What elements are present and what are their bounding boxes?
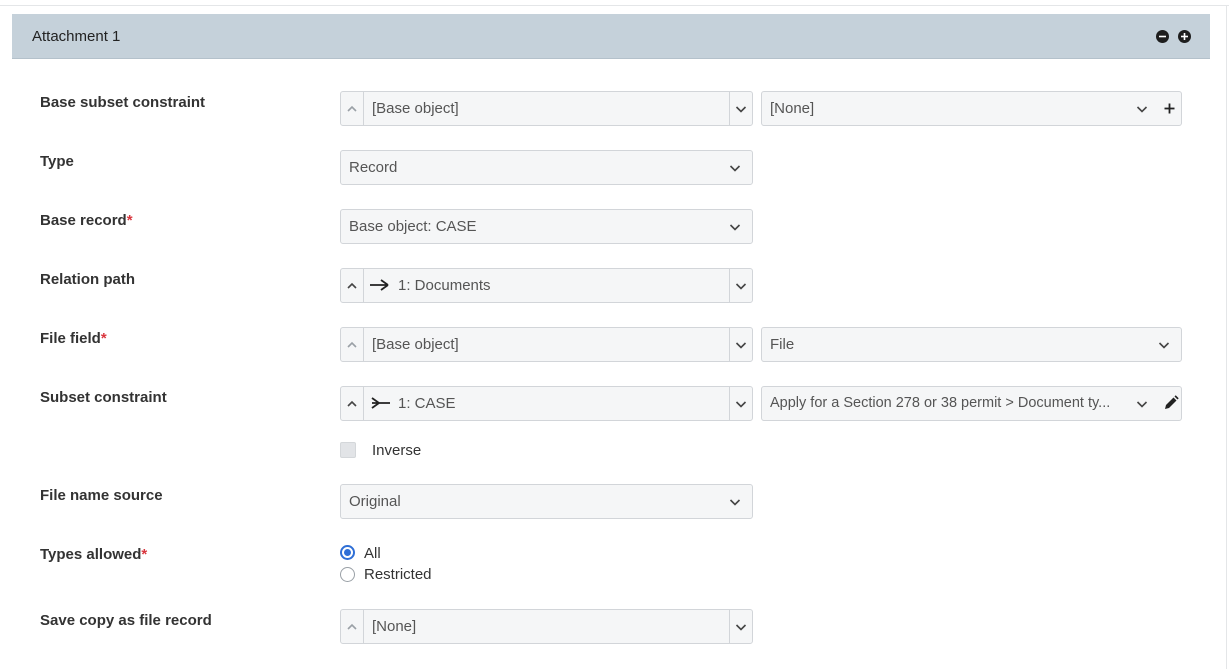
subset-constraint-label: Subset constraint — [40, 389, 167, 406]
base-subset-constraint-label: Base subset constraint — [40, 94, 206, 111]
pencil-icon — [1165, 395, 1179, 409]
base-record-label: Base record* — [40, 212, 133, 229]
chevron-up-icon[interactable] — [341, 610, 364, 643]
chevron-down-icon[interactable] — [728, 210, 742, 243]
plus-circle-icon[interactable] — [1178, 30, 1191, 43]
chevron-down-icon[interactable] — [729, 328, 752, 361]
relation-outgoing-icon — [370, 279, 389, 291]
file-name-source-select[interactable]: Original — [340, 484, 753, 519]
radio-restricted[interactable] — [340, 567, 355, 582]
chevron-down-icon[interactable] — [729, 92, 752, 125]
chevron-up-icon[interactable] — [341, 387, 364, 420]
file-field-value: File — [770, 336, 795, 353]
save-copy-value: [None] — [372, 618, 417, 635]
file-field-select[interactable]: File — [761, 327, 1182, 362]
chevron-down-icon[interactable] — [729, 610, 752, 643]
file-field-path-value: [Base object] — [372, 336, 459, 353]
chevron-down-icon[interactable] — [729, 269, 752, 302]
right-scroll-edge — [1226, 6, 1227, 669]
file-field-label: File field* — [40, 330, 107, 347]
chevron-down-icon[interactable] — [1135, 92, 1149, 125]
type-select[interactable]: Record — [340, 150, 753, 185]
chevron-up-icon[interactable] — [341, 269, 364, 302]
add-constraint-button[interactable] — [1159, 91, 1182, 126]
base-subset-path-select[interactable]: [Base object] — [340, 91, 753, 126]
subset-constraint-value: Apply for a Section 278 or 38 permit > D… — [770, 395, 1111, 411]
edit-constraint-button[interactable] — [1159, 386, 1182, 421]
chevron-up-icon[interactable] — [341, 328, 364, 361]
save-copy-label: Save copy as file record — [40, 612, 212, 629]
file-name-source-value: Original — [349, 493, 401, 510]
radio-all-label: All — [364, 545, 381, 562]
radio-restricted-label: Restricted — [364, 566, 432, 583]
panel-title: Attachment 1 — [32, 28, 121, 45]
chevron-down-icon[interactable] — [729, 387, 752, 420]
base-subset-constraint-select[interactable]: [None] — [761, 91, 1160, 126]
inverse-checkbox[interactable] — [340, 442, 356, 458]
required-marker: * — [126, 212, 133, 229]
base-record-select[interactable]: Base object: CASE — [340, 209, 753, 244]
top-divider — [0, 5, 1229, 6]
base-record-value: Base object: CASE — [349, 218, 477, 235]
subset-path-value: 1: CASE — [398, 395, 456, 412]
plus-icon — [1164, 103, 1175, 114]
chevron-up-icon[interactable] — [341, 92, 364, 125]
types-allowed-label: Types allowed* — [40, 546, 148, 563]
chevron-down-icon[interactable] — [728, 485, 742, 518]
radio-all[interactable] — [340, 545, 355, 560]
type-value: Record — [349, 159, 398, 176]
attachment-panel-header[interactable]: Attachment 1 — [12, 14, 1210, 59]
required-marker: * — [100, 330, 107, 347]
save-copy-select[interactable]: [None] — [340, 609, 753, 644]
chevron-down-icon[interactable] — [1157, 328, 1171, 361]
relation-path-select[interactable]: 1: Documents — [340, 268, 753, 303]
chevron-down-icon[interactable] — [1135, 387, 1149, 420]
file-name-source-label: File name source — [40, 487, 163, 504]
subset-path-select[interactable]: 1: CASE — [340, 386, 753, 421]
chevron-down-icon[interactable] — [728, 151, 742, 184]
base-subset-constraint-value: [None] — [770, 100, 815, 117]
required-marker: * — [141, 546, 148, 563]
base-subset-path-value: [Base object] — [372, 100, 459, 117]
subset-constraint-select[interactable]: Apply for a Section 278 or 38 permit > D… — [761, 386, 1160, 421]
relation-path-label: Relation path — [40, 271, 136, 288]
file-field-path-select[interactable]: [Base object] — [340, 327, 753, 362]
inverse-label: Inverse — [372, 442, 422, 459]
minus-circle-icon[interactable] — [1156, 30, 1169, 43]
type-label: Type — [40, 153, 74, 170]
relation-path-value: 1: Documents — [398, 277, 491, 294]
relation-incoming-icon — [371, 397, 390, 409]
